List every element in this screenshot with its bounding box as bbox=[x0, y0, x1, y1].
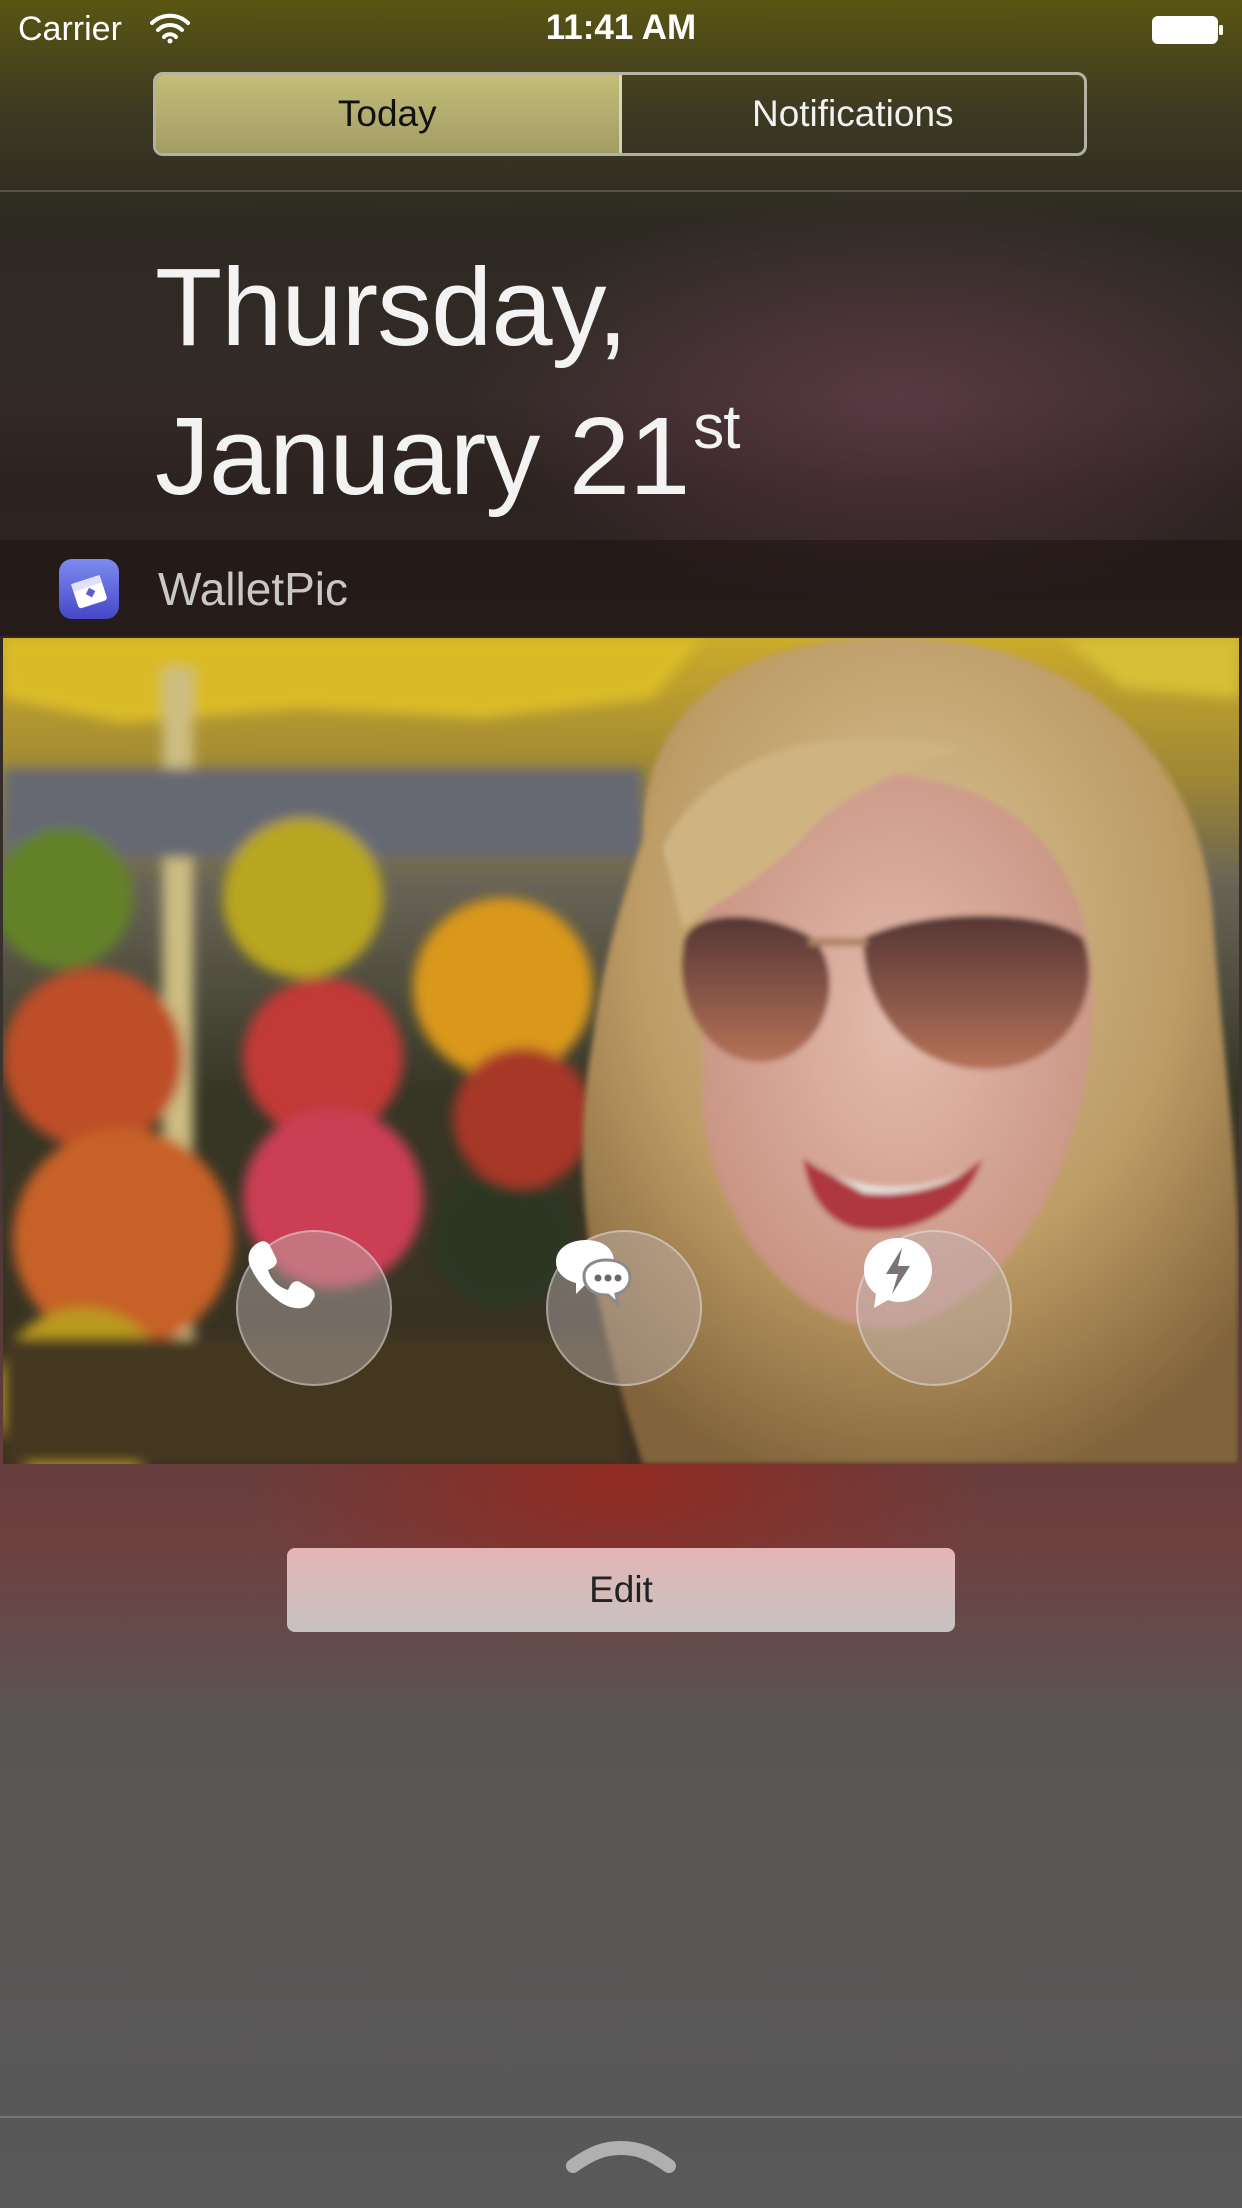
view-segmented-control: Today Notifications bbox=[153, 72, 1087, 156]
message-button[interactable] bbox=[546, 1230, 702, 1386]
status-bar: Carrier 11:41 AM bbox=[0, 0, 1242, 60]
date-weekday: Thursday, bbox=[155, 246, 628, 369]
footer-divider bbox=[0, 2116, 1242, 2118]
battery-icon bbox=[1152, 16, 1223, 44]
widget-header[interactable]: WalletPic bbox=[0, 540, 1242, 636]
status-time: 11:41 AM bbox=[545, 8, 697, 47]
messenger-icon bbox=[864, 1238, 932, 1308]
call-button[interactable] bbox=[236, 1230, 392, 1386]
widget-app-name: WalletPic bbox=[158, 563, 348, 615]
date-heading: Thursday, January 21st bbox=[155, 246, 741, 518]
chat-bubbles-icon bbox=[556, 1240, 632, 1309]
widget-photo[interactable] bbox=[3, 638, 1239, 1464]
grabber-handle-icon[interactable] bbox=[565, 2140, 677, 2176]
edit-button[interactable]: Edit bbox=[287, 1548, 955, 1632]
tab-today[interactable]: Today bbox=[156, 75, 622, 153]
date-month-day: January 21st bbox=[155, 368, 741, 518]
notification-center-screen: Carrier 11:41 AM Today Notifications Thu… bbox=[0, 0, 1242, 2208]
date-month-day-text: January 21 bbox=[155, 395, 690, 518]
date-ordinal-suffix: st bbox=[693, 393, 740, 462]
tab-notifications[interactable]: Notifications bbox=[622, 75, 1085, 153]
messenger-button[interactable] bbox=[856, 1230, 1012, 1386]
header-divider bbox=[0, 190, 1242, 192]
wallet-photo-icon bbox=[59, 559, 119, 619]
phone-icon bbox=[248, 1241, 315, 1309]
